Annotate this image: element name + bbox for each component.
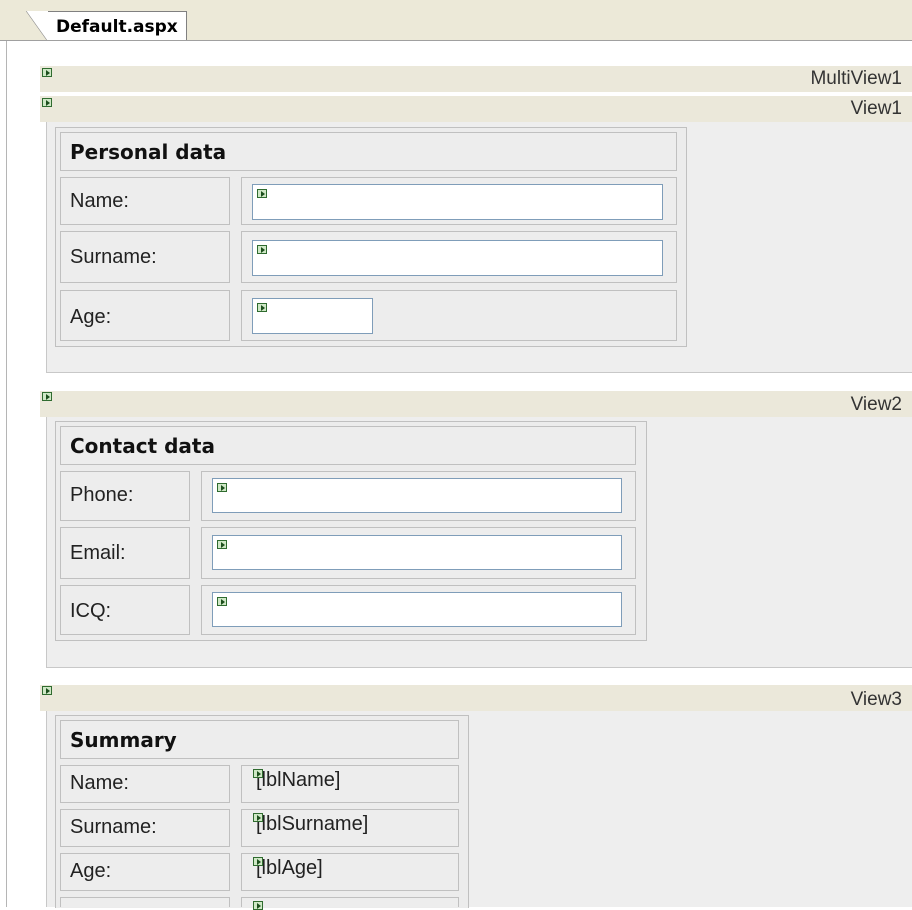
email-textbox-control-icon xyxy=(217,540,227,549)
name-label-cell: Name: xyxy=(60,177,230,225)
summary-surname-value-cell: [lblSurname] xyxy=(241,809,459,847)
summary-next-control-icon xyxy=(253,901,263,910)
summary-heading: Summary xyxy=(70,728,177,752)
summary-next-value-cell xyxy=(241,897,459,910)
lblname-text: [lblName] xyxy=(256,769,341,791)
summary-header: Summary xyxy=(60,720,459,759)
age-textbox-control-icon xyxy=(257,303,267,312)
icq-textbox-control-icon xyxy=(217,597,227,606)
view1-title: View1 xyxy=(850,98,902,119)
view3-control-icon[interactable] xyxy=(42,686,52,695)
name-label: Name: xyxy=(70,190,129,212)
summary-age-label-cell: Age: xyxy=(60,853,230,891)
editor-left-edge xyxy=(6,41,7,907)
phone-label-cell: Phone: xyxy=(60,471,190,521)
lblname-label-control[interactable]: [lblName] xyxy=(253,769,340,792)
contact-data-header: Contact data xyxy=(60,426,636,465)
lblsurname-control-icon xyxy=(253,813,263,822)
lblage-text: [lblAge] xyxy=(256,857,323,879)
email-textbox[interactable] xyxy=(212,535,622,570)
age-textbox[interactable] xyxy=(252,298,373,334)
view2-band[interactable]: View2 xyxy=(40,391,912,417)
lblage-control-icon xyxy=(253,857,263,866)
summary-surname-label-cell: Surname: xyxy=(60,809,230,847)
name-textbox-control-icon xyxy=(257,189,267,198)
view2-title: View2 xyxy=(850,394,902,415)
summary-name-label: Name: xyxy=(70,772,129,794)
personal-data-heading: Personal data xyxy=(70,140,227,164)
name-textbox[interactable] xyxy=(252,184,663,220)
summary-surname-label: Surname: xyxy=(70,816,157,838)
surname-textbox[interactable] xyxy=(252,240,663,276)
email-label: Email: xyxy=(70,542,126,564)
icq-label-cell: ICQ: xyxy=(60,585,190,635)
surname-label-cell: Surname: xyxy=(60,231,230,283)
phone-textbox-control-icon xyxy=(217,483,227,492)
age-label: Age: xyxy=(70,306,112,328)
email-label-cell: Email: xyxy=(60,527,190,579)
view1-control-icon[interactable] xyxy=(42,98,52,107)
summary-age-value-cell: [lblAge] xyxy=(241,853,459,891)
view3-band[interactable]: View3 xyxy=(40,685,912,711)
icq-textbox[interactable] xyxy=(212,592,622,627)
lblsurname-text: [lblSurname] xyxy=(256,813,369,835)
summary-name-label-cell: Name: xyxy=(60,765,230,803)
view1-band[interactable]: View1 xyxy=(40,96,912,122)
age-label-cell: Age: xyxy=(60,290,230,341)
personal-data-header: Personal data xyxy=(60,132,677,171)
multiview-control-icon[interactable] xyxy=(42,68,52,77)
view2-control-icon[interactable] xyxy=(42,392,52,401)
icq-label: ICQ: xyxy=(70,600,112,622)
lblname-control-icon xyxy=(253,769,263,778)
summary-age-label: Age: xyxy=(70,860,112,882)
lblage-label-control[interactable]: [lblAge] xyxy=(253,857,323,880)
lblsurname-label-control[interactable]: [lblSurname] xyxy=(253,813,368,836)
multiview-band[interactable]: MultiView1 xyxy=(40,66,912,92)
multiview-title: MultiView1 xyxy=(810,68,902,89)
surname-label: Surname: xyxy=(70,246,157,268)
phone-label: Phone: xyxy=(70,484,134,506)
contact-data-heading: Contact data xyxy=(70,434,215,458)
view3-title: View3 xyxy=(850,689,902,710)
phone-textbox[interactable] xyxy=(212,478,622,513)
summary-name-value-cell: [lblName] xyxy=(241,765,459,803)
surname-textbox-control-icon xyxy=(257,245,267,254)
tab-default-aspx[interactable]: Default.aspx xyxy=(26,11,187,42)
summary-next-label-cell xyxy=(60,897,230,907)
